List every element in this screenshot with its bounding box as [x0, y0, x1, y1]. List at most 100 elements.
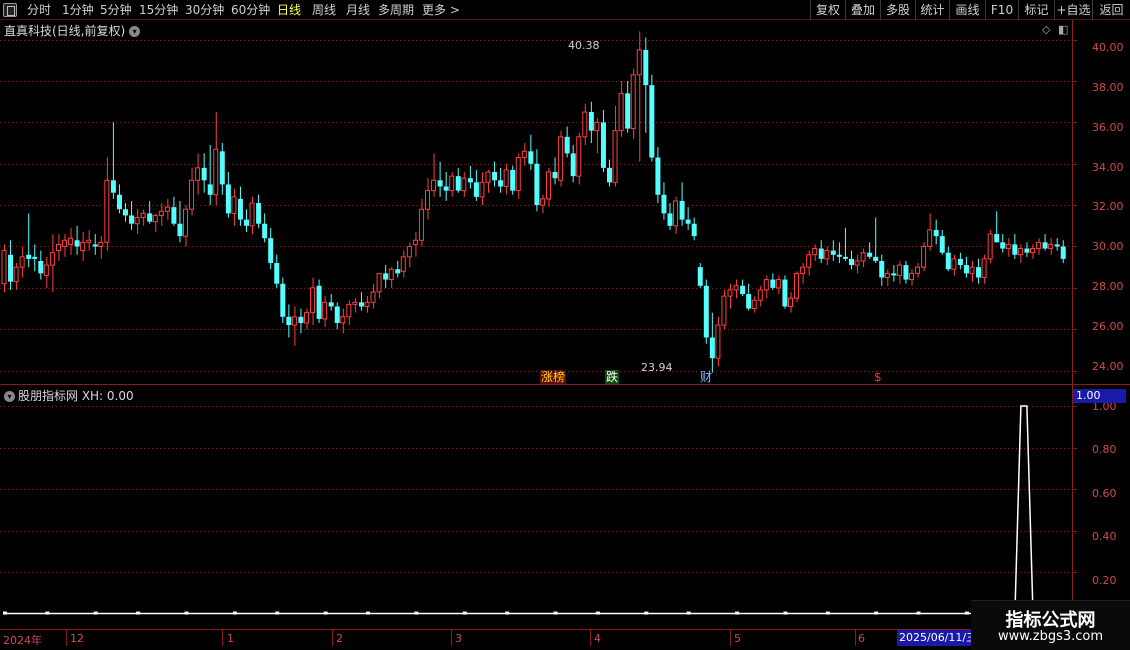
candle-body — [291, 316, 297, 326]
indicator-name: 股朋指标网 XH: 0.00 — [18, 389, 134, 403]
x-month-label: 6 — [858, 632, 865, 645]
candle-body — [485, 171, 491, 183]
y-tick-label: 38.00 — [1092, 81, 1124, 94]
chevron-down-icon[interactable]: ▾ — [4, 391, 15, 402]
candle-body — [129, 215, 135, 224]
candle-body — [836, 254, 842, 257]
candle-body — [806, 254, 812, 268]
xh-point — [783, 611, 788, 615]
candle-body — [896, 264, 902, 276]
candle-body — [262, 223, 268, 239]
candle-body — [933, 229, 939, 237]
xh-point — [93, 611, 98, 615]
x-month-label: 12 — [70, 632, 84, 645]
candle-body — [618, 92, 624, 132]
candle-body — [655, 157, 661, 195]
candle-body — [455, 176, 461, 191]
y-tick-label: 0.80 — [1092, 443, 1117, 456]
candle-body — [298, 316, 304, 324]
candle-body — [80, 241, 86, 252]
cursor-date-label: 2025/06/11/三 — [897, 630, 980, 646]
y-tick-label: 34.00 — [1092, 161, 1124, 174]
xh-point — [964, 611, 969, 615]
drop-marker[interactable]: 跌 — [605, 370, 620, 384]
candle-body — [824, 250, 830, 260]
window-icon[interactable]: ◧ — [1058, 23, 1068, 36]
chevron-down-icon[interactable]: ▾ — [129, 26, 141, 37]
candle-body — [607, 167, 612, 183]
finance-marker[interactable]: 财 — [699, 370, 713, 384]
candle-body — [751, 299, 757, 310]
y-tick-label: 24.00 — [1092, 360, 1124, 373]
candle-body — [461, 177, 467, 192]
candle-body — [498, 180, 504, 187]
candle-body — [570, 153, 576, 177]
candle-body — [400, 256, 406, 272]
candle-body — [818, 248, 824, 259]
candle-body — [431, 179, 437, 192]
candle-body — [546, 171, 551, 200]
current-value-badge: 1.00 — [1073, 389, 1126, 403]
candle-body — [534, 163, 540, 206]
xh-point — [323, 611, 328, 615]
candle-body — [1042, 242, 1048, 249]
candle-body — [957, 258, 963, 266]
pane-divider — [0, 384, 1130, 385]
candle-body — [8, 254, 14, 282]
y-tick-label: 0.40 — [1092, 530, 1117, 543]
indicator-grid — [0, 406, 1077, 573]
candle-body — [685, 219, 691, 224]
candle-body — [884, 272, 890, 279]
candle-body — [383, 273, 389, 280]
candle-body — [376, 272, 382, 293]
candle-body — [649, 85, 655, 158]
candle-body — [503, 169, 509, 187]
candle-body — [116, 194, 122, 210]
candle-body — [158, 210, 164, 216]
candle-body — [304, 312, 309, 324]
candle-body — [564, 136, 570, 154]
candle-body — [147, 213, 153, 222]
candle-body — [443, 186, 449, 191]
xh-point — [505, 611, 510, 615]
xh-point — [874, 611, 879, 615]
candle-body — [473, 182, 479, 197]
candle-body — [1024, 248, 1030, 253]
xh-point — [735, 611, 740, 615]
candle-body — [437, 180, 443, 187]
candle-body — [213, 148, 219, 196]
candle-body — [746, 294, 752, 309]
candle-body — [140, 212, 146, 219]
chart-canvas[interactable] — [0, 0, 1130, 650]
limit-up-list-marker[interactable]: 涨榜 — [540, 370, 567, 384]
watermark-logo: 指标公式网 www.zbgs3.com — [971, 600, 1130, 650]
candle-body — [963, 265, 969, 274]
candle-body — [352, 301, 358, 305]
candle-body — [1000, 242, 1006, 249]
candle-body — [854, 260, 860, 266]
candle-body — [479, 181, 485, 198]
candle-body — [782, 279, 788, 307]
xh-point — [644, 611, 649, 615]
candle-body — [1036, 241, 1042, 250]
candle-body — [873, 256, 879, 261]
candle-body — [334, 306, 340, 324]
x-month-label: 2 — [336, 632, 343, 645]
candle-body — [340, 316, 346, 324]
candle-body — [600, 122, 606, 168]
candle-body — [1005, 243, 1011, 250]
candle-body — [588, 112, 594, 131]
candle-body — [830, 250, 836, 255]
candle-body — [346, 303, 352, 318]
candle-body — [237, 198, 243, 220]
candle-body — [231, 196, 237, 214]
diamond-icon[interactable]: ◇ — [1042, 23, 1050, 36]
candle-body — [636, 49, 642, 76]
xh-point — [275, 611, 280, 615]
candle-body — [867, 252, 873, 257]
candle-body — [370, 291, 376, 303]
candle-body — [697, 267, 703, 286]
dollar-marker[interactable]: $ — [873, 370, 883, 384]
candle-body — [38, 260, 44, 274]
y-tick-label: 30.00 — [1092, 240, 1124, 253]
